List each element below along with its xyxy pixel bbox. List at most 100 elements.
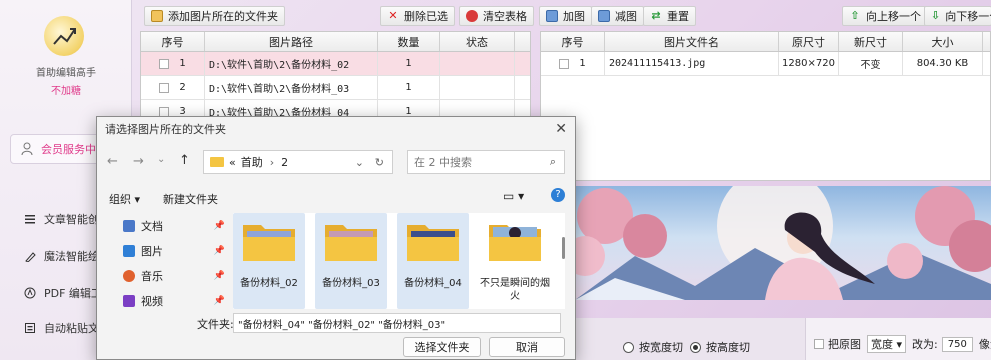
remove-image-label: 减图 — [615, 10, 637, 23]
view-options-icon[interactable]: ▭ ▾ — [503, 189, 524, 203]
col-count[interactable]: 数量 — [378, 32, 440, 51]
pin-icon[interactable]: 📌 — [214, 271, 225, 281]
folder-field[interactable]: "备份材料_04" "备份材料_02" "备份材料_03" — [233, 313, 561, 333]
folder-icon — [243, 225, 295, 261]
new-folder-button[interactable]: 新建文件夹 — [163, 191, 218, 207]
folder-name: 备份材料_04 — [404, 278, 462, 289]
nav-music[interactable]: 音乐 📌 — [115, 263, 225, 288]
folder-item[interactable]: 不只是瞬间的烟火 — [479, 213, 551, 309]
table-row[interactable]: 2 D:\软件\首助\2\备份材料_03 1 — [141, 76, 530, 100]
col-path[interactable]: 图片路径 — [205, 32, 378, 51]
music-icon — [123, 269, 135, 282]
row-new-size: 不变 — [839, 52, 903, 75]
move-down-button[interactable]: ⇩ 向下移一个 — [924, 6, 991, 26]
folder-item[interactable]: 备份材料_04 — [397, 213, 469, 309]
close-icon[interactable]: ✕ — [555, 121, 567, 137]
resize-options: 把原图 宽度 ▾ 改为: 750 像素 — [805, 318, 991, 360]
dialog-title: 请选择图片所在的文件夹 — [97, 117, 575, 141]
image-plus-icon — [546, 10, 558, 22]
folder-icon — [210, 157, 224, 167]
nav-videos[interactable]: 视频 📌 — [115, 288, 225, 313]
arrow-up-icon: ⇧ — [850, 9, 860, 22]
reset-label: 重置 — [667, 10, 689, 23]
image-preview — [575, 186, 991, 300]
breadcrumb-separator-icon: › — [269, 155, 275, 169]
col-index[interactable]: 序号 — [141, 32, 205, 51]
delete-selected-button[interactable]: ✕ 删除已选 — [380, 6, 455, 26]
row-checkbox[interactable] — [159, 82, 170, 93]
folder-icon — [325, 225, 377, 261]
breadcrumb-item[interactable]: 首助 — [241, 154, 263, 170]
height-cut-option[interactable]: 按高度切 — [690, 339, 750, 355]
width-cut-option[interactable]: 按宽度切 — [623, 339, 683, 355]
row-filesize: 804.30 KB — [903, 52, 983, 75]
picture-icon — [123, 244, 135, 257]
select-folder-button[interactable]: 选择文件夹 — [403, 337, 481, 357]
row-original-size: 1280×720 — [779, 52, 839, 75]
breadcrumb-overflow[interactable]: « — [229, 156, 236, 169]
pin-icon[interactable]: 📌 — [214, 246, 225, 256]
row-checkbox[interactable] — [159, 106, 170, 117]
video-icon — [123, 294, 135, 307]
address-row: ← → ⌄ ↑ « 首助 › 2 ⌄ ↻ 在 2 中搜索 ⌕ — [97, 147, 575, 177]
row-path: D:\软件\首助\2\备份材料_03 — [205, 76, 378, 99]
dimension-select[interactable]: 宽度 ▾ — [867, 335, 907, 353]
nav-pictures[interactable]: 图片 📌 — [115, 238, 225, 263]
forward-icon[interactable]: → — [133, 154, 144, 169]
add-image-label: 加图 — [563, 10, 585, 23]
folder-icon — [407, 225, 459, 261]
table-row[interactable]: 1 202411115413.jpg 1280×720 不变 804.30 KB — [541, 52, 990, 76]
nav-documents[interactable]: 文档 📌 — [115, 213, 225, 238]
back-icon[interactable]: ← — [107, 154, 118, 169]
scrollbar-thumb[interactable] — [562, 237, 565, 259]
search-input[interactable]: 在 2 中搜索 ⌕ — [407, 150, 565, 174]
col-index[interactable]: 序号 — [541, 32, 605, 51]
row-filename: 202411115413.jpg — [605, 52, 779, 75]
folder-item[interactable]: 备份材料_03 — [315, 213, 387, 309]
col-new-size[interactable]: 新尺寸 — [839, 32, 903, 51]
size-input[interactable]: 750 — [941, 336, 973, 352]
vip-status[interactable]: 不加糖 — [0, 82, 132, 97]
row-status — [440, 76, 515, 99]
folder-item[interactable]: 备份材料_02 — [233, 213, 305, 309]
radio[interactable] — [623, 341, 634, 353]
row-index: 2 — [179, 82, 186, 93]
organize-menu[interactable]: 组织 ▾ — [109, 191, 140, 207]
table-row[interactable]: 1 D:\软件\首助\2\备份材料_02 1 — [141, 52, 530, 76]
address-bar[interactable]: « 首助 › 2 ⌄ ↻ — [203, 150, 393, 174]
add-folder-button[interactable]: 添加图片所在的文件夹 — [144, 6, 285, 26]
up-icon[interactable]: ↑ — [179, 153, 190, 168]
pin-icon[interactable]: 📌 — [214, 296, 225, 306]
add-image-button[interactable]: 加图 — [539, 6, 592, 26]
history-dropdown-icon[interactable]: ⌄ — [157, 154, 165, 165]
chevron-down-icon[interactable]: ⌄ — [355, 156, 364, 169]
row-checkbox[interactable] — [559, 58, 570, 69]
reset-button[interactable]: ⇄ 重置 — [643, 6, 696, 26]
help-icon[interactable]: ? — [551, 188, 565, 202]
command-bar: 组织 ▾ 新建文件夹 ▭ ▾ ? — [97, 183, 575, 209]
original-checkbox[interactable] — [814, 339, 824, 349]
paste-icon — [24, 322, 36, 334]
arrow-down-icon: ⇩ — [931, 9, 941, 22]
refresh-icon[interactable]: ↻ — [375, 156, 384, 169]
dialog-nav-pane: 文档 📌 图片 📌 音乐 📌 视频 📌 — [115, 213, 225, 309]
cut-options: 按宽度切 按高度切 — [575, 318, 805, 360]
clear-table-button[interactable]: 清空表格 — [459, 6, 534, 26]
remove-image-button[interactable]: 减图 — [591, 6, 644, 26]
dimension-value: 宽度 — [871, 338, 893, 351]
add-folder-label: 添加图片所在的文件夹 — [168, 10, 278, 23]
breadcrumb-item[interactable]: 2 — [281, 156, 288, 169]
nav-label: 视频 — [141, 294, 163, 308]
col-filename[interactable]: 图片文件名 — [605, 32, 779, 51]
folder-table-header: 序号 图片路径 数量 状态 — [141, 32, 530, 52]
pin-icon[interactable]: 📌 — [214, 221, 225, 231]
col-status[interactable]: 状态 — [440, 32, 515, 51]
col-filesize[interactable]: 大小 — [903, 32, 983, 51]
cancel-button[interactable]: 取消 — [489, 337, 565, 357]
col-original-size[interactable]: 原尺寸 — [779, 32, 839, 51]
list-icon — [24, 213, 36, 225]
move-up-button[interactable]: ⇧ 向上移一个 — [842, 6, 928, 26]
radio-checked[interactable] — [690, 341, 701, 353]
unit-label: 像素 — [978, 338, 991, 351]
row-checkbox[interactable] — [159, 58, 170, 69]
